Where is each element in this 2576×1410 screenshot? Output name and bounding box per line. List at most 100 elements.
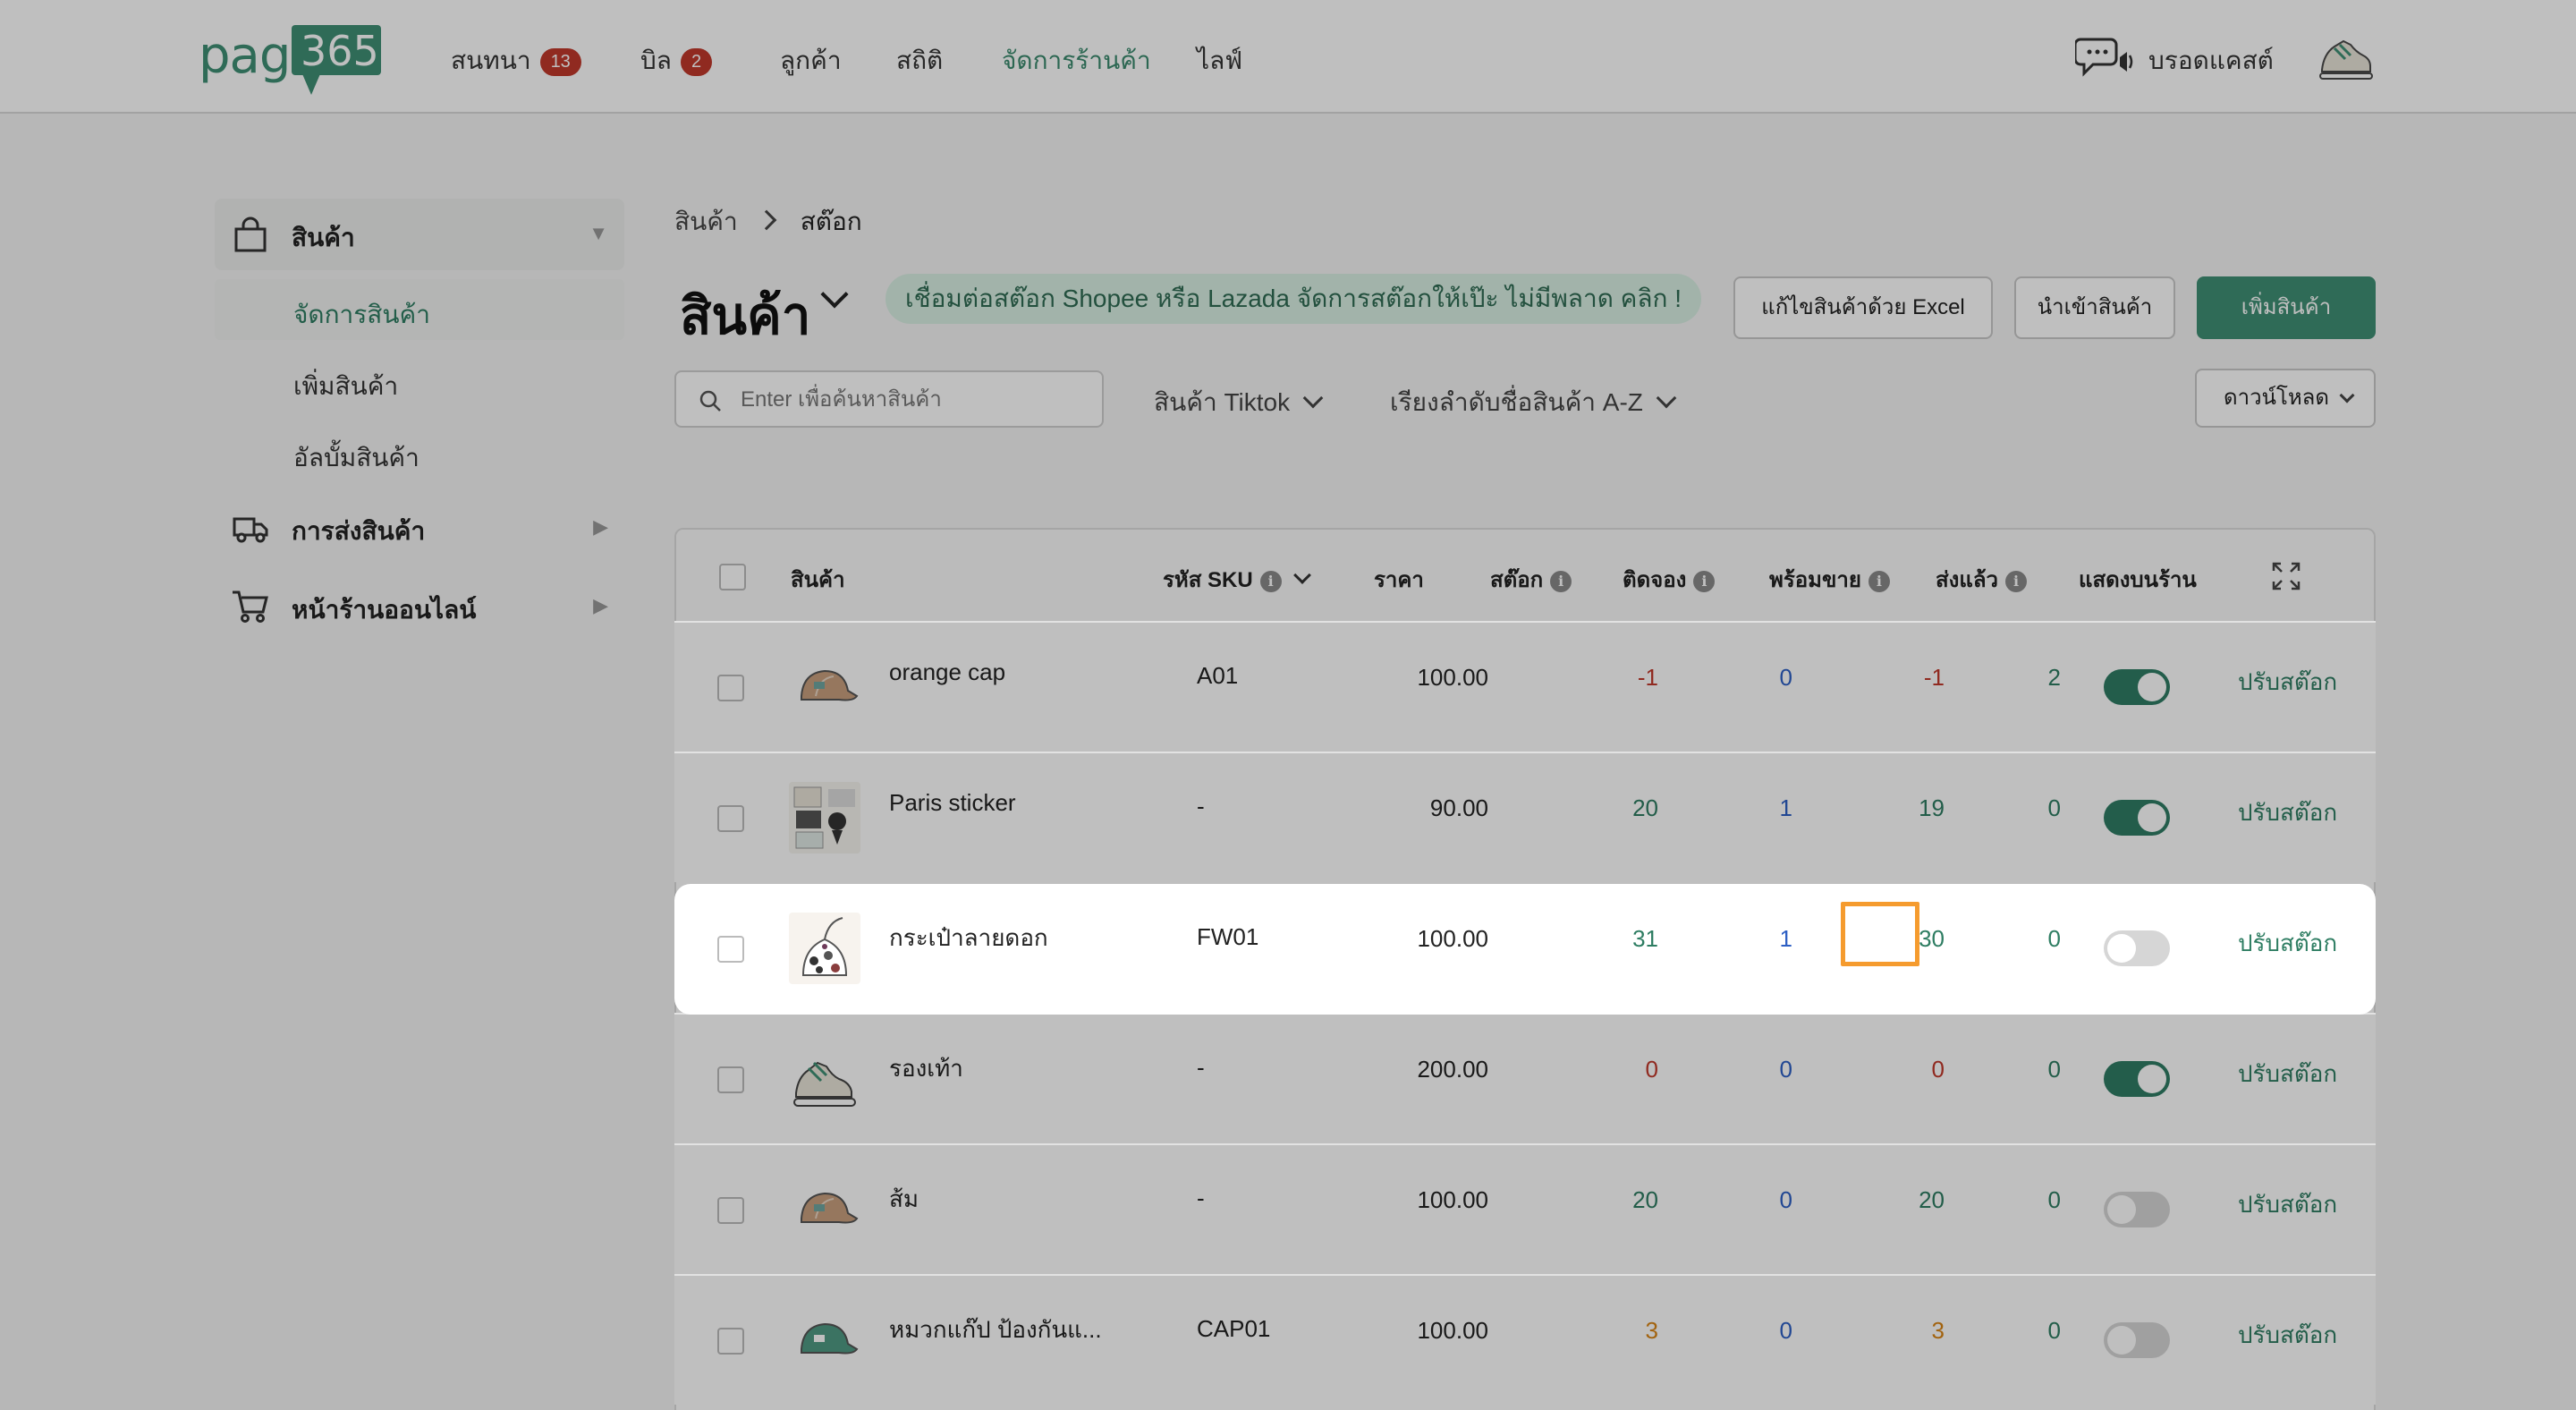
nav-chat-label: สนทนา: [451, 47, 531, 74]
product-stock: 20: [1632, 794, 1658, 821]
adjust-stock-link[interactable]: ปรับสต๊อก: [2238, 1056, 2337, 1092]
show-on-store-toggle[interactable]: [2104, 930, 2170, 966]
connect-marketplace-banner[interactable]: เชื่อมต่อสต๊อก Shopee หรือ Lazada จัดการ…: [886, 274, 1702, 324]
product-name[interactable]: กระเป๋าลายดอก: [889, 920, 1048, 956]
product-thumbnail: [789, 1043, 860, 1115]
chevron-right-icon: [756, 209, 777, 231]
table-row[interactable]: Paris sticker - 90.00 20 1 19 0 ปรับสต๊อก: [674, 752, 2376, 882]
nav-bills[interactable]: บิล 2: [640, 41, 713, 81]
product-reserved: 0: [1779, 1056, 1792, 1083]
logo-badge: 365: [292, 25, 381, 75]
edit-with-excel-button[interactable]: แก้ไขสินค้าด้วย Excel: [1733, 276, 1993, 339]
adjust-stock-link[interactable]: ปรับสต๊อก: [2238, 794, 2337, 831]
product-ready-to-sell: 19: [1919, 794, 1945, 821]
sidebar-item-manage-products[interactable]: จัดการสินค้า: [215, 279, 624, 340]
info-icon[interactable]: i: [1868, 571, 1890, 592]
breadcrumb-products[interactable]: สินค้า: [674, 208, 738, 235]
sidebar-products[interactable]: สินค้า ▼: [215, 199, 624, 270]
header-sku-label: รหัส SKU: [1163, 568, 1253, 592]
header-ready: พร้อมขาย i: [1769, 562, 1890, 597]
show-on-store-toggle[interactable]: [2104, 669, 2170, 705]
info-icon[interactable]: i: [1693, 571, 1716, 592]
info-icon[interactable]: i: [1259, 571, 1282, 592]
expand-icon[interactable]: [2270, 560, 2302, 592]
sidebar-shipping[interactable]: การส่งสินค้า ▶: [215, 492, 624, 564]
table-row[interactable]: ส้ม - 100.00 20 0 20 0 ปรับสต๊อก: [674, 1143, 2376, 1274]
page-title[interactable]: สินค้า: [680, 274, 810, 357]
product-stock: 3: [1645, 1317, 1658, 1344]
search-input[interactable]: [741, 383, 1080, 417]
header-shipped-label: ส่งแล้ว: [1936, 568, 1999, 592]
nav-shop-management[interactable]: จัดการร้านค้า: [1002, 41, 1151, 81]
download-label: ดาวน์โหลด: [2224, 386, 2329, 410]
product-sku: CAP01: [1197, 1315, 1271, 1342]
product-thumbnail: [789, 1174, 860, 1245]
product-shipped: 0: [2047, 794, 2061, 821]
sidebar-item-add-product[interactable]: เพิ่มสินค้า: [215, 351, 624, 412]
row-checkbox[interactable]: [717, 1328, 744, 1355]
info-icon[interactable]: i: [2005, 571, 2028, 592]
adjust-stock-link[interactable]: ปรับสต๊อก: [2238, 925, 2337, 962]
product-stock: 20: [1632, 1186, 1658, 1213]
sidebar-products-label: สินค้า: [292, 224, 355, 251]
product-name[interactable]: Paris sticker: [889, 789, 1016, 817]
breadcrumb: สินค้า สต๊อก: [674, 202, 862, 242]
header-ready-label: พร้อมขาย: [1769, 568, 1861, 592]
add-product-button[interactable]: เพิ่มสินค้า: [2197, 276, 2376, 339]
adjust-stock-link[interactable]: ปรับสต๊อก: [2238, 1186, 2337, 1223]
header-price: ราคา: [1374, 568, 1424, 592]
sort-label: เรียงลำดับชื่อสินค้า A-Z: [1390, 388, 1643, 416]
row-checkbox[interactable]: [717, 1197, 744, 1224]
row-checkbox[interactable]: [717, 1066, 744, 1093]
product-reserved: 1: [1779, 925, 1792, 952]
chevron-down-icon[interactable]: [820, 280, 849, 309]
product-reserved: 0: [1779, 664, 1792, 691]
row-checkbox[interactable]: [717, 675, 744, 701]
product-shipped: 0: [2047, 925, 2061, 952]
nav-live[interactable]: ไลฟ์: [1197, 41, 1242, 81]
channel-filter-dropdown[interactable]: สินค้า Tiktok: [1154, 383, 1324, 422]
search-icon: [699, 390, 721, 412]
product-price: 100.00: [1417, 925, 1488, 952]
product-name[interactable]: orange cap: [889, 658, 1005, 686]
adjust-stock-link[interactable]: ปรับสต๊อก: [2238, 1317, 2337, 1354]
broadcast-label: บรอดแคสต์: [2148, 47, 2274, 74]
table-row[interactable]: กระเป๋าลายดอก FW01 100.00 31 1 30 0 ปรับสต๊อก: [674, 884, 2376, 1015]
user-avatar[interactable]: [2317, 30, 2374, 84]
product-thumbnail: [789, 1304, 860, 1376]
header-shipped: ส่งแล้ว i: [1936, 562, 2028, 597]
caret-right-icon: ▶: [593, 515, 608, 538]
table-row[interactable]: หมวกแก๊ป ป้องกันแ... CAP01 100.00 3 0 3 0 ปรับส…: [674, 1274, 2376, 1405]
row-checkbox[interactable]: [717, 805, 744, 832]
nav-customers[interactable]: ลูกค้า: [780, 41, 842, 81]
product-name[interactable]: ส้ม: [889, 1181, 919, 1218]
show-on-store-toggle[interactable]: [2104, 1322, 2170, 1358]
product-name[interactable]: หมวกแก๊ป ป้องกันแ...: [889, 1312, 1102, 1348]
nav-chat[interactable]: สนทนา 13: [451, 41, 581, 81]
chevron-down-icon[interactable]: [1292, 566, 1311, 584]
top-navbar: page 365 สนทนา 13 บิล 2 ลูกค้า สถิติ จัดกา…: [0, 0, 2576, 114]
adjust-stock-link[interactable]: ปรับสต๊อก: [2238, 664, 2337, 701]
import-products-button[interactable]: นำเข้าสินค้า: [2014, 276, 2175, 339]
header-sku[interactable]: รหัส SKU i: [1163, 562, 1311, 597]
info-icon[interactable]: i: [1550, 571, 1572, 592]
sidebar-online-store-label: หน้าร้านออนไลน์: [292, 596, 477, 624]
sidebar-item-product-album[interactable]: อัลบั้มสินค้า: [215, 422, 624, 483]
nav-stats[interactable]: สถิติ: [896, 41, 943, 81]
table-row[interactable]: orange cap A01 100.00 -1 0 -1 2 ปรับสต๊อก: [674, 621, 2376, 752]
show-on-store-toggle[interactable]: [2104, 1192, 2170, 1227]
sort-dropdown[interactable]: เรียงลำดับชื่อสินค้า A-Z: [1390, 383, 1677, 422]
table-row[interactable]: รองเท้า - 200.00 0 0 0 0 ปรับสต๊อก: [674, 1013, 2376, 1143]
table-header: สินค้า รหัส SKU i ราคา สต๊อก i ติดจอง i พร้…: [676, 530, 2374, 623]
product-ready-to-sell: 0: [1931, 1056, 1945, 1083]
row-checkbox[interactable]: [717, 936, 744, 963]
product-name[interactable]: รองเท้า: [889, 1050, 963, 1087]
download-dropdown[interactable]: ดาวน์โหลด: [2195, 369, 2376, 428]
product-thumbnail: [789, 913, 860, 984]
show-on-store-toggle[interactable]: [2104, 800, 2170, 836]
show-on-store-toggle[interactable]: [2104, 1061, 2170, 1097]
cart-icon: [233, 590, 268, 623]
page365-logo[interactable]: page 365: [199, 23, 386, 98]
select-all-checkbox[interactable]: [719, 564, 746, 590]
sidebar-online-store[interactable]: หน้าร้านออนไลน์ ▶: [215, 571, 624, 642]
